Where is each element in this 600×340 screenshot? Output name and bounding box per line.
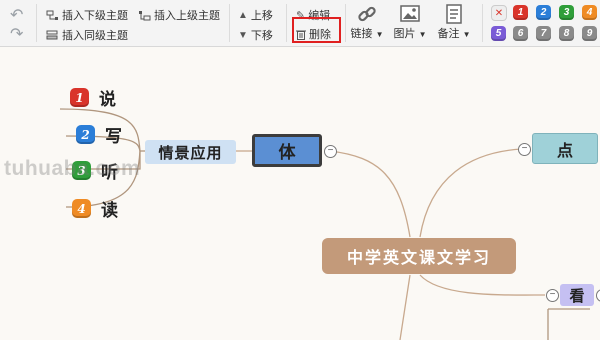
minus-icon: − xyxy=(549,289,556,300)
minus-icon: − xyxy=(521,143,528,154)
note-button[interactable]: 备注 ▼ xyxy=(434,3,474,43)
leaf-topic-speak[interactable]: 1 说 xyxy=(70,85,116,110)
insert-sibling-icon xyxy=(46,30,58,39)
toolbar: ↶ ↷ 插入下级主题 插入上级主题 插入同级主题 ▲ 上移 ▼ 下移 ✎ 编辑 … xyxy=(0,0,600,47)
leaf-topic-write[interactable]: 2 写 xyxy=(76,122,122,147)
leaf-label: 写 xyxy=(105,127,122,147)
insert-parent-icon xyxy=(139,10,151,20)
insert-child-label: 插入下级主题 xyxy=(62,10,128,22)
minus-icon: − xyxy=(327,145,334,156)
insert-sibling-button[interactable]: 插入同级主题 xyxy=(46,27,128,43)
toolbar-divider xyxy=(229,4,230,42)
link-icon xyxy=(357,3,377,25)
priority-7-button[interactable]: 7 xyxy=(536,26,551,41)
branch-topic-ti[interactable]: 体 xyxy=(252,134,322,167)
move-down-label: 下移 xyxy=(250,30,273,42)
insert-child-icon xyxy=(46,10,58,20)
leaf-topic-read[interactable]: 4 读 xyxy=(72,196,118,221)
note-label: 备注 xyxy=(437,28,460,40)
priority-2-button[interactable]: 2 xyxy=(536,5,551,20)
caret-down-icon: ▼ xyxy=(375,30,384,39)
close-icon: ✕ xyxy=(494,7,504,19)
move-up-button[interactable]: ▲ 上移 xyxy=(238,7,273,23)
caret-down-icon: ▼ xyxy=(418,30,427,39)
leaf-label: 说 xyxy=(99,90,116,110)
insert-sibling-label: 插入同级主题 xyxy=(62,30,128,42)
link-label: 链接 xyxy=(350,28,373,40)
branch-topic-kan[interactable]: 看 xyxy=(560,284,594,306)
image-label: 图片 xyxy=(393,28,416,40)
collapse-toggle[interactable]: − xyxy=(518,143,531,156)
redo-button[interactable]: ↷ xyxy=(10,24,23,44)
mindmap-canvas[interactable]: 中学英文课文学习 体 − 情景应用 − 点 − 看 − 1 说 2 写 3 听 … xyxy=(0,47,600,340)
image-icon xyxy=(400,3,420,25)
toolbar-divider xyxy=(286,4,287,42)
priority-9-button[interactable]: 9 xyxy=(582,26,597,41)
priority-4-button[interactable]: 4 xyxy=(582,5,597,20)
priority-3-button[interactable]: 3 xyxy=(559,5,574,20)
insert-child-button[interactable]: 插入下级主题 xyxy=(46,7,128,23)
priority-1-button[interactable]: 1 xyxy=(513,5,528,20)
insert-parent-button[interactable]: 插入上级主题 xyxy=(138,7,220,23)
priority-2-badge: 2 xyxy=(76,125,95,144)
subtopic-scene-application[interactable]: 情景应用 xyxy=(145,140,236,164)
note-icon xyxy=(446,3,462,25)
insert-parent-label: 插入上级主题 xyxy=(154,10,220,22)
arrow-up-icon: ▲ xyxy=(238,9,248,21)
collapse-toggle[interactable]: − xyxy=(546,289,559,302)
image-button[interactable]: 图片 ▼ xyxy=(390,3,430,43)
caret-down-icon: ▼ xyxy=(462,30,471,39)
collapse-toggle[interactable]: − xyxy=(324,145,337,158)
branch-topic-dian[interactable]: 点 xyxy=(532,133,598,164)
leaf-label: 读 xyxy=(101,201,118,221)
delete-highlight-box xyxy=(292,17,341,43)
priority-6-button[interactable]: 6 xyxy=(513,26,528,41)
watermark: tuhuaba.com xyxy=(4,157,141,180)
move-up-label: 上移 xyxy=(250,10,273,22)
root-topic[interactable]: 中学英文课文学习 xyxy=(322,238,516,274)
priority-1-badge: 1 xyxy=(70,88,89,107)
priority-8-button[interactable]: 8 xyxy=(559,26,574,41)
redo-icon: ↷ xyxy=(10,26,24,43)
priority-4-badge: 4 xyxy=(72,199,91,218)
toolbar-divider xyxy=(482,4,483,42)
toolbar-divider xyxy=(36,4,37,42)
toolbar-divider xyxy=(345,4,346,42)
arrow-down-icon: ▼ xyxy=(238,29,248,41)
priority-5-button[interactable]: 5 xyxy=(491,26,506,41)
undo-icon: ↶ xyxy=(10,7,24,24)
clear-priority-button[interactable]: ✕ xyxy=(491,5,507,21)
move-down-button[interactable]: ▼ 下移 xyxy=(238,27,273,43)
link-button[interactable]: 链接 ▼ xyxy=(347,3,387,43)
undo-button[interactable]: ↶ xyxy=(10,5,23,25)
